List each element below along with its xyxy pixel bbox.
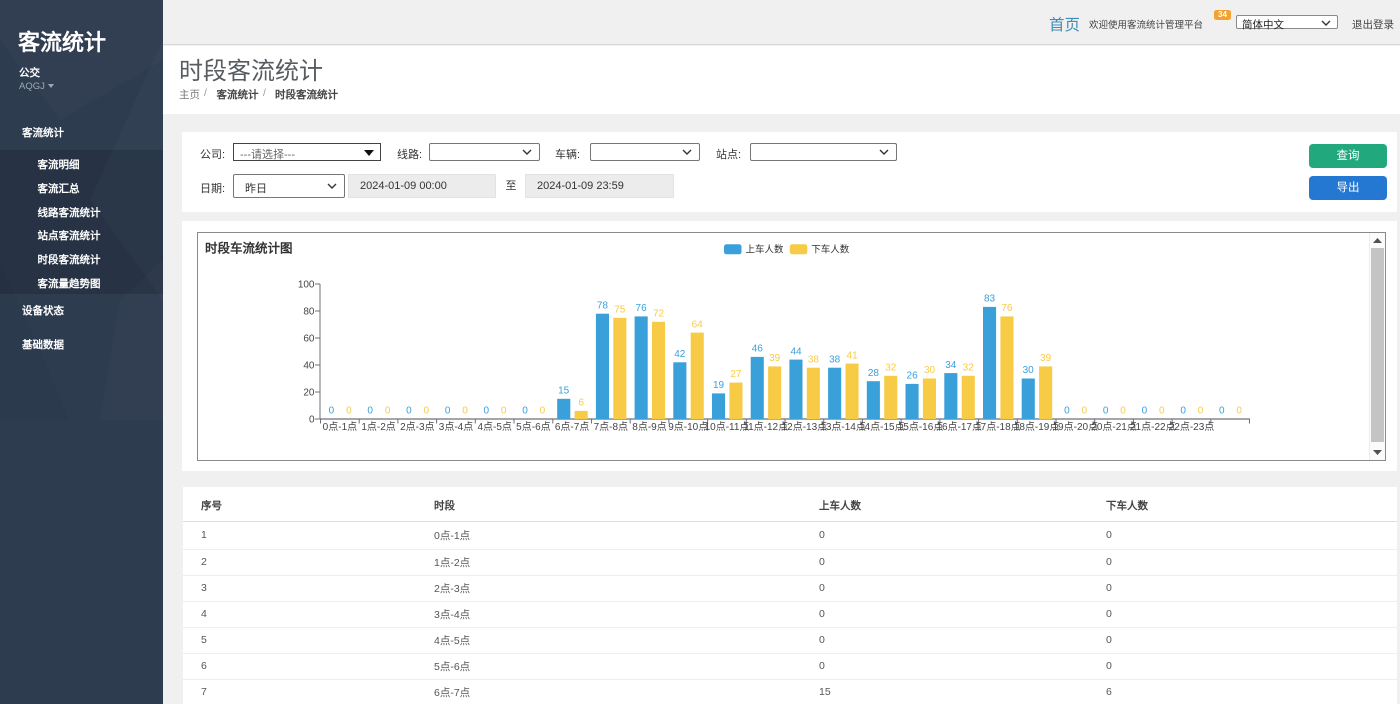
svg-text:0: 0	[462, 406, 468, 417]
svg-text:0: 0	[1180, 406, 1186, 417]
svg-text:0: 0	[1219, 406, 1225, 417]
svg-text:44: 44	[790, 346, 802, 357]
svg-text:时段车流统计图: 时段车流统计图	[205, 241, 293, 256]
svg-text:下车人数: 下车人数	[811, 244, 850, 256]
svg-text:42: 42	[674, 349, 686, 360]
svg-text:83: 83	[984, 294, 996, 305]
svg-text:39: 39	[1040, 353, 1052, 364]
svg-text:80: 80	[303, 307, 315, 318]
svg-text:0: 0	[1120, 406, 1126, 417]
svg-text:30: 30	[1023, 365, 1035, 376]
svg-text:75: 75	[614, 304, 626, 315]
svg-text:19: 19	[713, 380, 725, 391]
svg-text:41: 41	[847, 350, 859, 361]
svg-text:27: 27	[730, 369, 742, 380]
svg-text:0: 0	[1159, 406, 1165, 417]
svg-text:5点-6点: 5点-6点	[516, 421, 550, 433]
svg-text:8点-9点: 8点-9点	[632, 421, 666, 433]
svg-text:0: 0	[484, 406, 490, 417]
svg-text:0: 0	[1103, 406, 1109, 417]
svg-text:22点-23点: 22点-23点	[1169, 421, 1215, 433]
svg-text:46: 46	[752, 344, 764, 355]
svg-text:6点-7点: 6点-7点	[555, 421, 589, 433]
svg-text:40: 40	[303, 361, 315, 372]
svg-text:0: 0	[522, 406, 528, 417]
svg-text:78: 78	[597, 300, 609, 311]
svg-text:0: 0	[540, 406, 546, 417]
svg-text:0: 0	[1198, 406, 1204, 417]
svg-text:0: 0	[367, 406, 373, 417]
svg-text:30: 30	[924, 365, 936, 376]
svg-text:0: 0	[424, 406, 430, 417]
svg-text:4点-5点: 4点-5点	[477, 421, 511, 433]
svg-text:0: 0	[1142, 406, 1148, 417]
svg-text:3点-4点: 3点-4点	[439, 421, 473, 433]
svg-text:0: 0	[406, 406, 412, 417]
svg-text:7点-8点: 7点-8点	[594, 421, 628, 433]
svg-text:0: 0	[1082, 406, 1088, 417]
svg-text:34: 34	[945, 360, 957, 371]
svg-text:0: 0	[1236, 406, 1242, 417]
svg-text:26: 26	[907, 371, 919, 382]
svg-text:0: 0	[329, 406, 335, 417]
svg-text:2点-3点: 2点-3点	[400, 421, 434, 433]
svg-text:72: 72	[653, 309, 665, 320]
svg-text:6: 6	[578, 398, 584, 409]
svg-text:1点-2点: 1点-2点	[361, 421, 395, 433]
svg-text:0点-1点: 0点-1点	[323, 421, 357, 433]
svg-text:60: 60	[303, 334, 315, 345]
svg-text:0: 0	[445, 406, 451, 417]
svg-text:64: 64	[692, 319, 704, 330]
svg-text:39: 39	[769, 353, 781, 364]
svg-text:9点-10点: 9点-10点	[668, 421, 708, 433]
svg-text:20: 20	[303, 388, 315, 399]
svg-text:32: 32	[963, 363, 975, 374]
svg-text:28: 28	[868, 368, 880, 379]
svg-text:32: 32	[885, 363, 897, 374]
svg-text:0: 0	[346, 406, 352, 417]
svg-text:上车人数: 上车人数	[746, 244, 785, 256]
svg-text:15: 15	[558, 385, 570, 396]
svg-text:38: 38	[829, 354, 841, 365]
svg-text:0: 0	[501, 406, 507, 417]
svg-text:76: 76	[1001, 303, 1013, 314]
svg-text:76: 76	[636, 303, 648, 314]
svg-text:0: 0	[309, 415, 315, 426]
svg-text:0: 0	[385, 406, 391, 417]
svg-text:38: 38	[808, 354, 820, 365]
svg-text:100: 100	[298, 280, 315, 291]
svg-text:0: 0	[1064, 406, 1070, 417]
